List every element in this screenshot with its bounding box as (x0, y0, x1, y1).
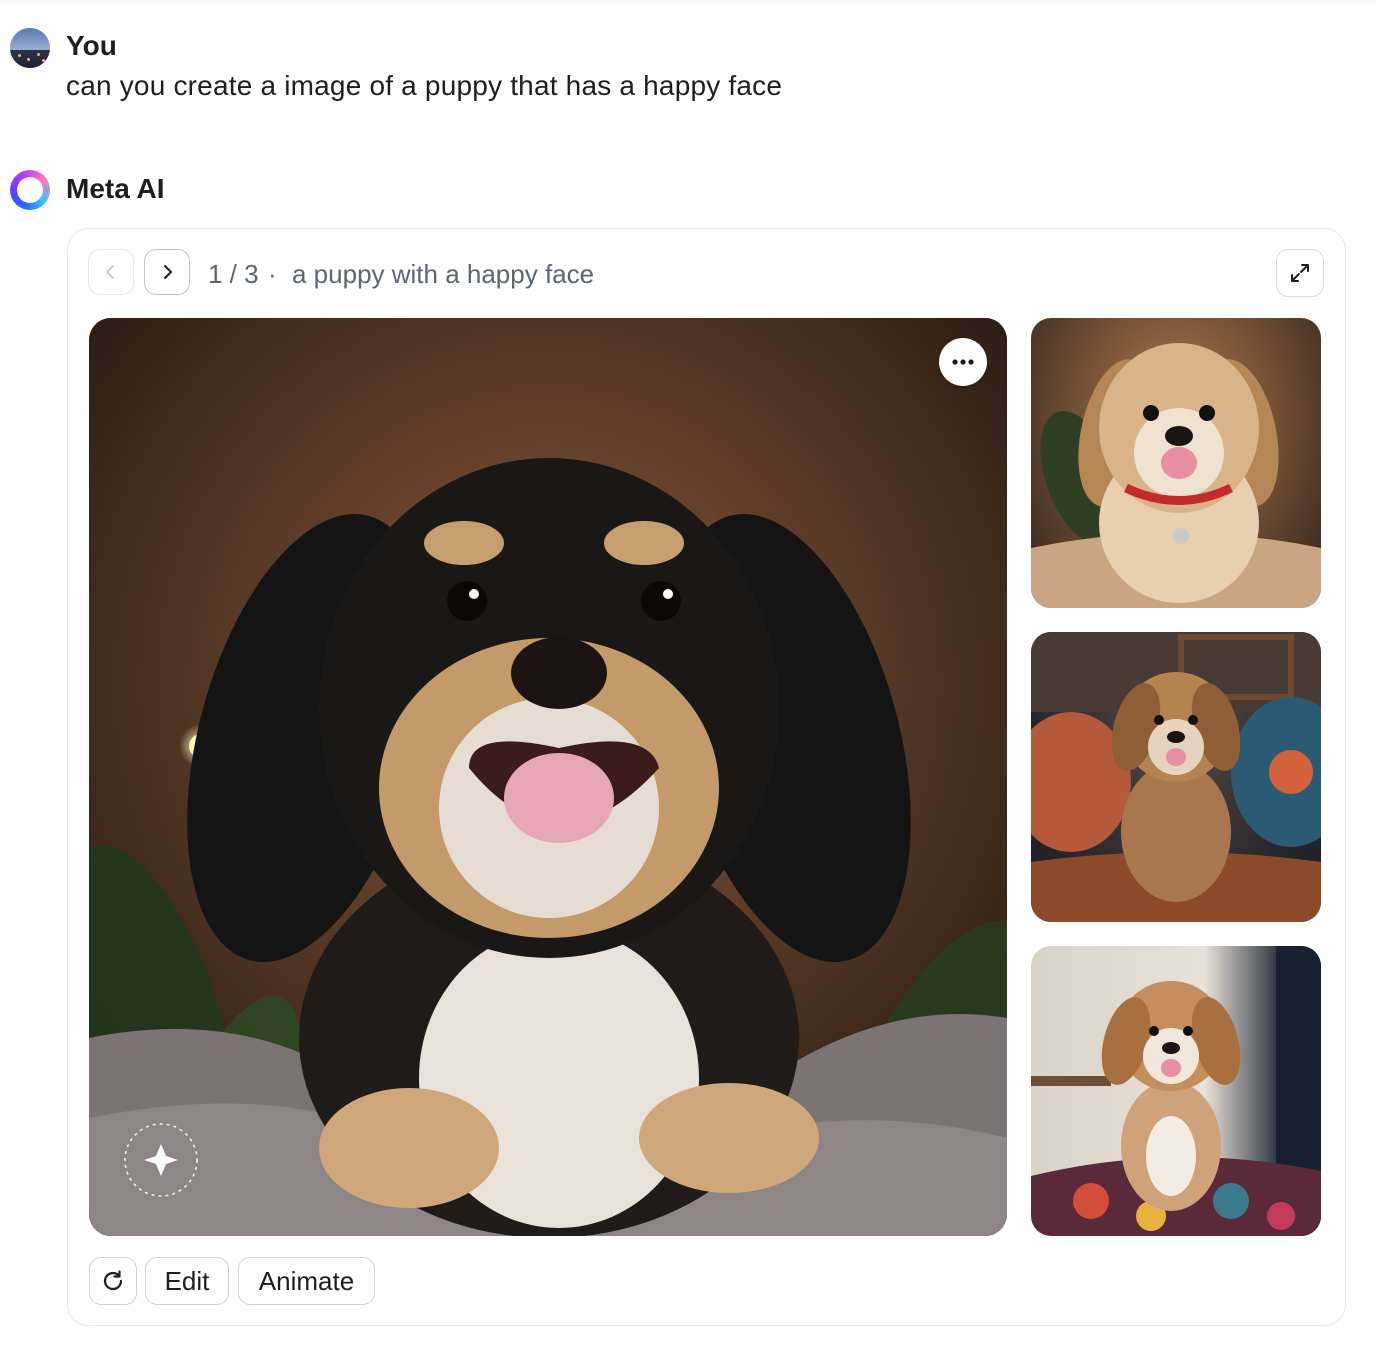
thumbnail-image-3[interactable] (1031, 946, 1321, 1236)
more-options-button[interactable] (939, 338, 987, 386)
puppy-thumbnail-2 (1031, 632, 1321, 922)
user-message-text: can you create a image of a puppy that h… (66, 70, 783, 101)
next-image-button[interactable] (144, 249, 190, 295)
previous-image-button[interactable] (88, 249, 134, 295)
user-avatar (10, 28, 50, 68)
image-caption: a puppy with a happy face (292, 259, 595, 289)
more-horizontal-icon (952, 359, 974, 365)
refresh-icon (103, 1270, 123, 1291)
image-counter: 1 / 3 (208, 259, 259, 289)
expand-button[interactable] (1276, 249, 1324, 297)
image-result-card: 1 / 3 · a puppy with a happy face Edit A… (67, 228, 1346, 1326)
expand-icon (1291, 264, 1309, 282)
puppy-thumbnail-3 (1031, 946, 1321, 1236)
thumbnail-image-2[interactable] (1031, 632, 1321, 922)
puppy-thumbnail-1 (1031, 343, 1321, 608)
user-author-name: You (66, 30, 117, 61)
animate-button[interactable]: Animate (238, 1257, 375, 1305)
main-generated-image[interactable] (89, 318, 1007, 1236)
regenerate-button[interactable] (89, 1257, 137, 1305)
thumbnail-image-1[interactable] (1031, 318, 1321, 608)
scroll-fade (0, 0, 1376, 8)
meta-ai-logo-icon (10, 170, 50, 210)
edit-button[interactable]: Edit (145, 1257, 229, 1305)
chevron-right-icon (164, 265, 172, 279)
ai-author-name: Meta AI (66, 173, 165, 204)
chevron-left-icon (106, 265, 114, 279)
puppy-illustration (89, 318, 1007, 1236)
counter-separator: · (268, 259, 277, 289)
